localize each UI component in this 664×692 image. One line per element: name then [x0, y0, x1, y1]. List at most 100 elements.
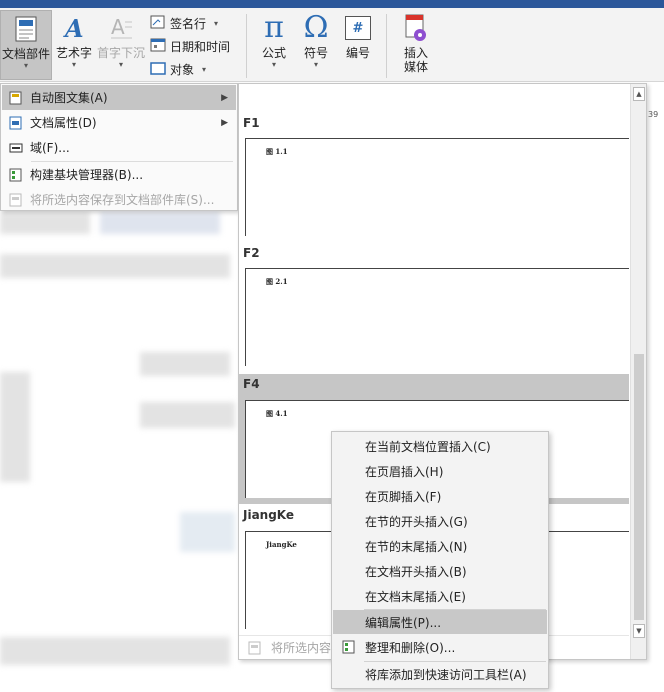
chevron-down-icon: ▾	[202, 64, 207, 74]
media-label-line2: 媒体	[403, 60, 428, 74]
pi-icon: π	[264, 10, 284, 45]
datetime-label: 日期和时间	[170, 39, 231, 54]
ctx-insert-header[interactable]: 在页眉插入(H)	[333, 459, 547, 483]
signature-line-button[interactable]: 签名行 ▾	[150, 13, 218, 33]
ctx-add-to-quick-access[interactable]: 将库添加到快速访问工具栏(A)	[333, 662, 547, 686]
ctx-item-label: 在页眉插入(H)	[365, 464, 444, 479]
preview-caption: 图 4.1	[266, 409, 288, 418]
blurred-text	[140, 352, 230, 376]
chevron-down-icon: ▾	[271, 60, 276, 69]
ctx-item-label: 在文档末尾插入(E)	[365, 589, 466, 604]
blurred-text	[0, 254, 230, 278]
blurred-text	[180, 512, 235, 552]
object-icon	[150, 60, 166, 79]
menu-item-label: 域(F)...	[30, 141, 70, 155]
chevron-down-icon: ▾	[71, 60, 76, 69]
media-label-line1: 插入	[403, 46, 428, 60]
insert-media-button[interactable]: 插入 媒体	[394, 10, 438, 80]
save-selection-icon	[2, 193, 30, 207]
dropcap-label: 首字下沉	[96, 46, 145, 60]
scroll-thumb[interactable]	[634, 354, 644, 620]
building-blocks-icon	[2, 168, 30, 182]
dropcap-icon: A	[109, 10, 133, 46]
field-icon	[2, 143, 30, 153]
number-icon-glyph: #	[345, 16, 371, 40]
gallery-footer-label: 将所选内容	[271, 641, 332, 655]
ctx-item-label: 在节的开头插入(G)	[365, 514, 468, 529]
svg-text:A: A	[111, 15, 125, 39]
doc-parts-label: 文档部件	[1, 47, 50, 61]
ctx-insert-section-start[interactable]: 在节的开头插入(G)	[333, 509, 547, 533]
menu-item-save-selection[interactable]: 将所选内容保存到文档部件库(S)...	[2, 187, 236, 212]
media-icon	[403, 10, 429, 46]
blurred-text	[0, 212, 90, 234]
menu-item-doc-property[interactable]: 文档属性(D) ▶	[2, 110, 236, 135]
signature-icon	[150, 14, 166, 33]
wordart-icon: A	[62, 10, 86, 46]
dropcap-button[interactable]: A 首字下沉 ▾	[96, 10, 146, 80]
symbol-label: 符号	[303, 46, 328, 60]
number-label: 编号	[345, 46, 370, 60]
ctx-item-label: 在页脚插入(F)	[365, 489, 442, 504]
object-button[interactable]: 对象 ▾	[150, 59, 206, 79]
wordart-button[interactable]: A 艺术字 ▾	[54, 10, 94, 80]
gallery-entry-preview[interactable]: 图 1.1	[245, 138, 629, 236]
title-bar-strip	[0, 0, 664, 8]
ctx-item-label: 在文档开头插入(B)	[365, 564, 467, 579]
ctx-edit-properties[interactable]: 编辑属性(P)...	[333, 610, 547, 634]
ctx-item-label: 整理和删除(O)...	[365, 640, 456, 655]
menu-item-autotext[interactable]: 自动图文集(A) ▶	[2, 85, 236, 110]
menu-item-building-blocks[interactable]: 构建基块管理器(B)...	[2, 162, 236, 187]
blurred-text	[100, 212, 220, 234]
gallery-entry-title: JiangKe	[243, 508, 295, 522]
ctx-insert-section-end[interactable]: 在节的末尾插入(N)	[333, 534, 547, 558]
preview-caption: JiangKe	[266, 540, 297, 549]
doc-parts-menu: 自动图文集(A) ▶ 文档属性(D) ▶ 域(F)... 构建基块管理器(B).…	[0, 83, 238, 211]
ctx-insert-doc-end[interactable]: 在文档末尾插入(E)	[333, 584, 547, 608]
blurred-text	[140, 402, 235, 428]
scroll-down-icon[interactable]: ▼	[633, 624, 645, 638]
ctx-insert-footer[interactable]: 在页脚插入(F)	[333, 484, 547, 508]
menu-item-label: 构建基块管理器(B)...	[30, 168, 144, 182]
omega-icon: Ω	[303, 10, 329, 45]
ctx-item-label: 将库添加到快速访问工具栏(A)	[365, 667, 527, 682]
gallery-entry-title: F2	[243, 246, 260, 260]
autotext-icon	[2, 91, 30, 105]
ribbon-separator	[246, 14, 247, 78]
datetime-button[interactable]: 日期和时间	[150, 36, 230, 56]
ribbon-separator	[386, 14, 387, 78]
chevron-down-icon: ▾	[214, 18, 219, 28]
doc-parts-button[interactable]: 文档部件 ▾	[0, 10, 52, 80]
preview-caption: 图 1.1	[266, 147, 288, 156]
ctx-insert-current[interactable]: 在当前文档位置插入(C)	[333, 434, 547, 458]
equation-label: 公式	[261, 46, 286, 60]
chevron-down-icon: ▾	[23, 61, 28, 70]
ctx-item-label: 在节的末尾插入(N)	[365, 539, 468, 554]
scroll-up-icon[interactable]: ▲	[633, 87, 645, 101]
doc-parts-icon	[13, 11, 39, 47]
equation-button[interactable]: π 公式 ▾	[254, 10, 294, 80]
gallery-scrollbar[interactable]: ▲ ▼	[630, 84, 646, 659]
menu-item-label: 文档属性(D)	[30, 116, 97, 130]
ctx-insert-doc-start[interactable]: 在文档开头插入(B)	[333, 559, 547, 583]
chevron-right-icon: ▶	[221, 92, 228, 103]
calendar-icon	[150, 37, 166, 56]
menu-item-field[interactable]: 域(F)...	[2, 135, 236, 160]
gallery-entry-title: F1	[243, 116, 260, 130]
ctx-item-label: 在当前文档位置插入(C)	[365, 439, 491, 454]
blurred-text	[0, 372, 30, 482]
menu-item-label: 将所选内容保存到文档部件库(S)...	[30, 193, 215, 207]
object-label: 对象	[170, 62, 195, 77]
gallery-entry-preview[interactable]: 图 2.1	[245, 268, 629, 366]
ctx-organize-delete[interactable]: 整理和删除(O)...	[333, 635, 547, 659]
svg-text:A: A	[63, 14, 84, 42]
save-selection-icon	[239, 641, 271, 655]
number-button[interactable]: # 编号	[338, 10, 378, 80]
gallery-entry-title: F4	[243, 377, 260, 391]
context-menu: 在当前文档位置插入(C) 在页眉插入(H) 在页脚插入(F) 在节的开头插入(G…	[331, 431, 549, 689]
menu-item-label: 自动图文集(A)	[30, 91, 108, 105]
doc-property-icon	[2, 116, 30, 130]
organize-icon	[333, 640, 365, 654]
symbol-button[interactable]: Ω 符号 ▾	[296, 10, 336, 80]
preview-caption: 图 2.1	[266, 277, 288, 286]
